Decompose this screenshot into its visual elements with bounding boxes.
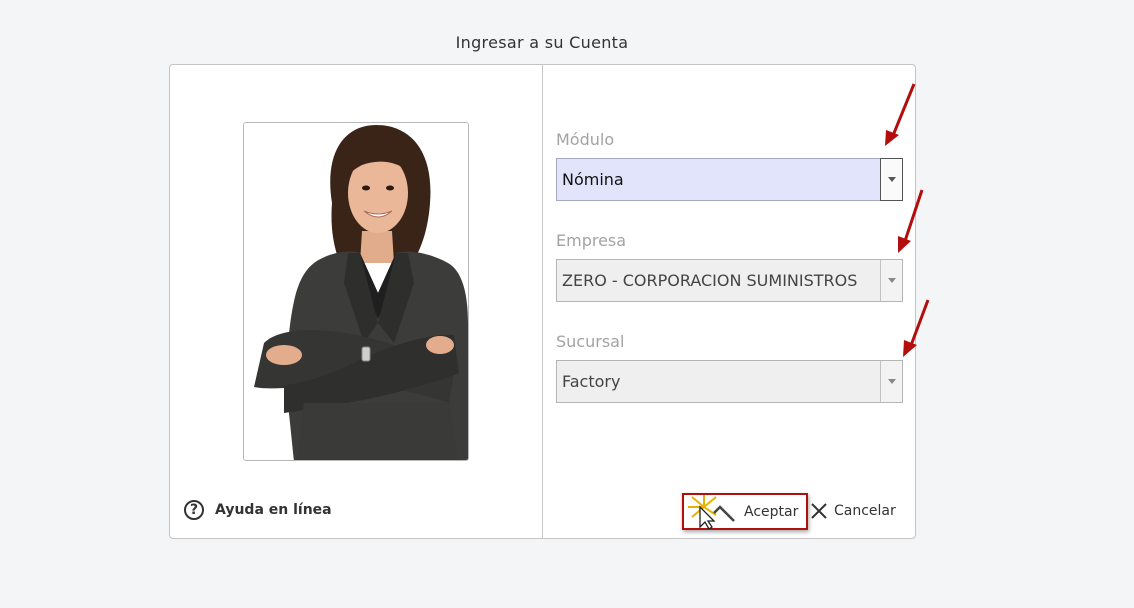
login-dialog: ? Ayuda en línea Módulo Nómina Empresa Z… — [169, 64, 916, 539]
accept-button[interactable]: Aceptar — [682, 493, 808, 530]
annotation-arrow-icon — [898, 189, 924, 253]
empresa-select[interactable]: ZERO - CORPORACION SUMINISTROS — [556, 259, 903, 302]
sucursal-label: Sucursal — [556, 332, 625, 351]
close-icon — [811, 503, 827, 519]
chevron-down-icon — [887, 278, 896, 283]
online-help-link[interactable]: ? Ayuda en línea — [184, 500, 332, 520]
empresa-dropdown-button[interactable] — [880, 260, 902, 301]
modulo-select[interactable]: Nómina — [556, 158, 903, 201]
dialog-title: Ingresar a su Cuenta — [455, 33, 629, 52]
help-icon: ? — [184, 500, 204, 520]
annotation-arrow-icon — [885, 83, 916, 146]
chevron-down-icon — [887, 379, 896, 384]
chevron-down-icon — [887, 177, 896, 182]
cancel-button[interactable]: Cancelar — [810, 499, 896, 523]
click-cursor-icon — [688, 494, 735, 529]
sucursal-dropdown-button[interactable] — [880, 361, 902, 402]
user-photo — [243, 122, 469, 461]
panel-divider — [542, 65, 543, 538]
cancel-label: Cancelar — [834, 503, 896, 519]
modulo-label: Módulo — [556, 130, 615, 149]
modulo-select-value: Nómina — [562, 170, 624, 189]
annotation-arrow-icon — [903, 299, 930, 357]
empresa-label: Empresa — [556, 231, 627, 250]
online-help-label: Ayuda en línea — [215, 502, 332, 518]
sucursal-select-value: Factory — [562, 372, 621, 391]
sucursal-select[interactable]: Factory — [556, 360, 903, 403]
empresa-select-value: ZERO - CORPORACION SUMINISTROS — [562, 271, 858, 290]
accept-label: Aceptar — [744, 503, 799, 520]
